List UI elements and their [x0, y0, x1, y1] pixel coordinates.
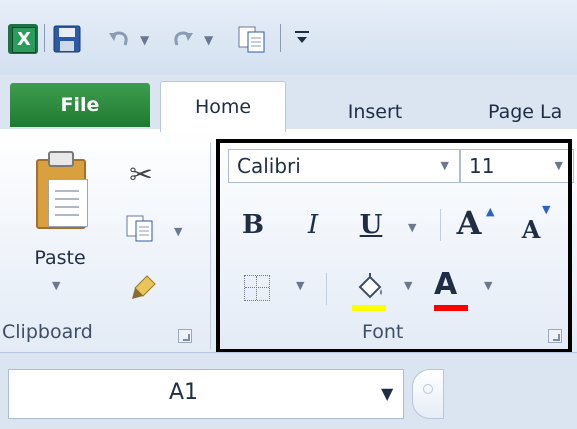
- tab-page-layout[interactable]: Page La: [488, 93, 577, 131]
- fill-color-dropdown-icon[interactable]: ▼: [404, 279, 412, 292]
- quick-access-toolbar: X ▼ ▼: [0, 0, 577, 75]
- font-name-value: Calibri: [237, 154, 301, 178]
- name-box-value: A1: [169, 380, 199, 405]
- qat-separator: [280, 24, 281, 52]
- fill-color-icon[interactable]: [352, 271, 386, 309]
- increase-font-size-button[interactable]: A: [452, 203, 486, 243]
- tab-home[interactable]: Home: [160, 81, 286, 132]
- paste-dropdown-icon[interactable]: ▼: [52, 279, 60, 292]
- qat-separator: [44, 24, 45, 52]
- tab-insert[interactable]: Insert: [320, 93, 430, 131]
- group-separator: [210, 143, 211, 349]
- font-launcher-icon[interactable]: [548, 329, 562, 343]
- excel-window: X ▼ ▼ File Home Insert Page La Paste ▼ ✂…: [0, 0, 577, 429]
- cut-icon[interactable]: ✂: [124, 157, 158, 191]
- increase-arrow-icon: ▲: [486, 205, 495, 218]
- italic-button[interactable]: I: [296, 205, 330, 245]
- fill-color-swatch: [352, 305, 386, 311]
- copy-button-icon[interactable]: [124, 211, 158, 245]
- font-color-swatch: [434, 305, 468, 311]
- font-color-icon[interactable]: A: [434, 267, 457, 302]
- clipboard-launcher-icon[interactable]: [178, 329, 192, 343]
- tab-file[interactable]: File: [10, 83, 150, 127]
- copy-icon[interactable]: [236, 22, 270, 56]
- formula-dot-icon: [423, 384, 433, 394]
- font-name-dropdown-icon[interactable]: ▼: [441, 159, 449, 172]
- format-painter-icon[interactable]: [128, 269, 162, 303]
- underline-button[interactable]: U: [354, 205, 388, 245]
- font-color-dropdown-icon[interactable]: ▼: [484, 279, 492, 292]
- font-separator: [440, 209, 441, 241]
- clipboard-group-label: Clipboard: [2, 321, 93, 343]
- formula-bar-row: A1 ▼: [0, 352, 577, 429]
- formula-bar-handle[interactable]: [412, 369, 444, 419]
- paste-paper-icon: [48, 179, 88, 227]
- redo-icon[interactable]: [170, 23, 196, 57]
- paste-label: Paste: [34, 247, 86, 269]
- customize-qat-icon[interactable]: [294, 28, 312, 48]
- decrease-arrow-icon: ▼: [542, 203, 551, 216]
- copy-dropdown-icon[interactable]: ▼: [174, 225, 182, 238]
- undo-dropdown-icon[interactable]: ▼: [140, 33, 149, 47]
- ribbon-tabs: File Home Insert Page La: [0, 75, 577, 132]
- font-size-dropdown-icon[interactable]: ▼: [555, 159, 563, 172]
- underline-dropdown-icon[interactable]: ▼: [408, 221, 416, 234]
- borders-icon[interactable]: [244, 275, 270, 301]
- font-size-combo[interactable]: 11 ▼: [460, 149, 574, 183]
- font-group-label: Font: [362, 321, 404, 343]
- save-icon[interactable]: [52, 24, 82, 54]
- redo-dropdown-icon[interactable]: ▼: [204, 33, 213, 47]
- font-size-value: 11: [469, 154, 495, 178]
- borders-dropdown-icon[interactable]: ▼: [296, 279, 304, 292]
- clipboard-clip-icon: [48, 151, 74, 167]
- name-box-dropdown-icon[interactable]: ▼: [381, 384, 393, 403]
- excel-logo-icon[interactable]: X: [8, 24, 38, 54]
- name-box[interactable]: A1 ▼: [8, 369, 404, 419]
- font-separator: [326, 273, 327, 305]
- bold-button[interactable]: B: [236, 205, 270, 245]
- font-name-combo[interactable]: Calibri ▼: [228, 149, 460, 183]
- undo-icon[interactable]: [106, 23, 132, 57]
- ribbon-home: Paste ▼ ✂ ▼ Clipboard Calibri ▼ 11 ▼ B I…: [0, 129, 577, 353]
- paste-button[interactable]: Paste ▼: [22, 147, 98, 299]
